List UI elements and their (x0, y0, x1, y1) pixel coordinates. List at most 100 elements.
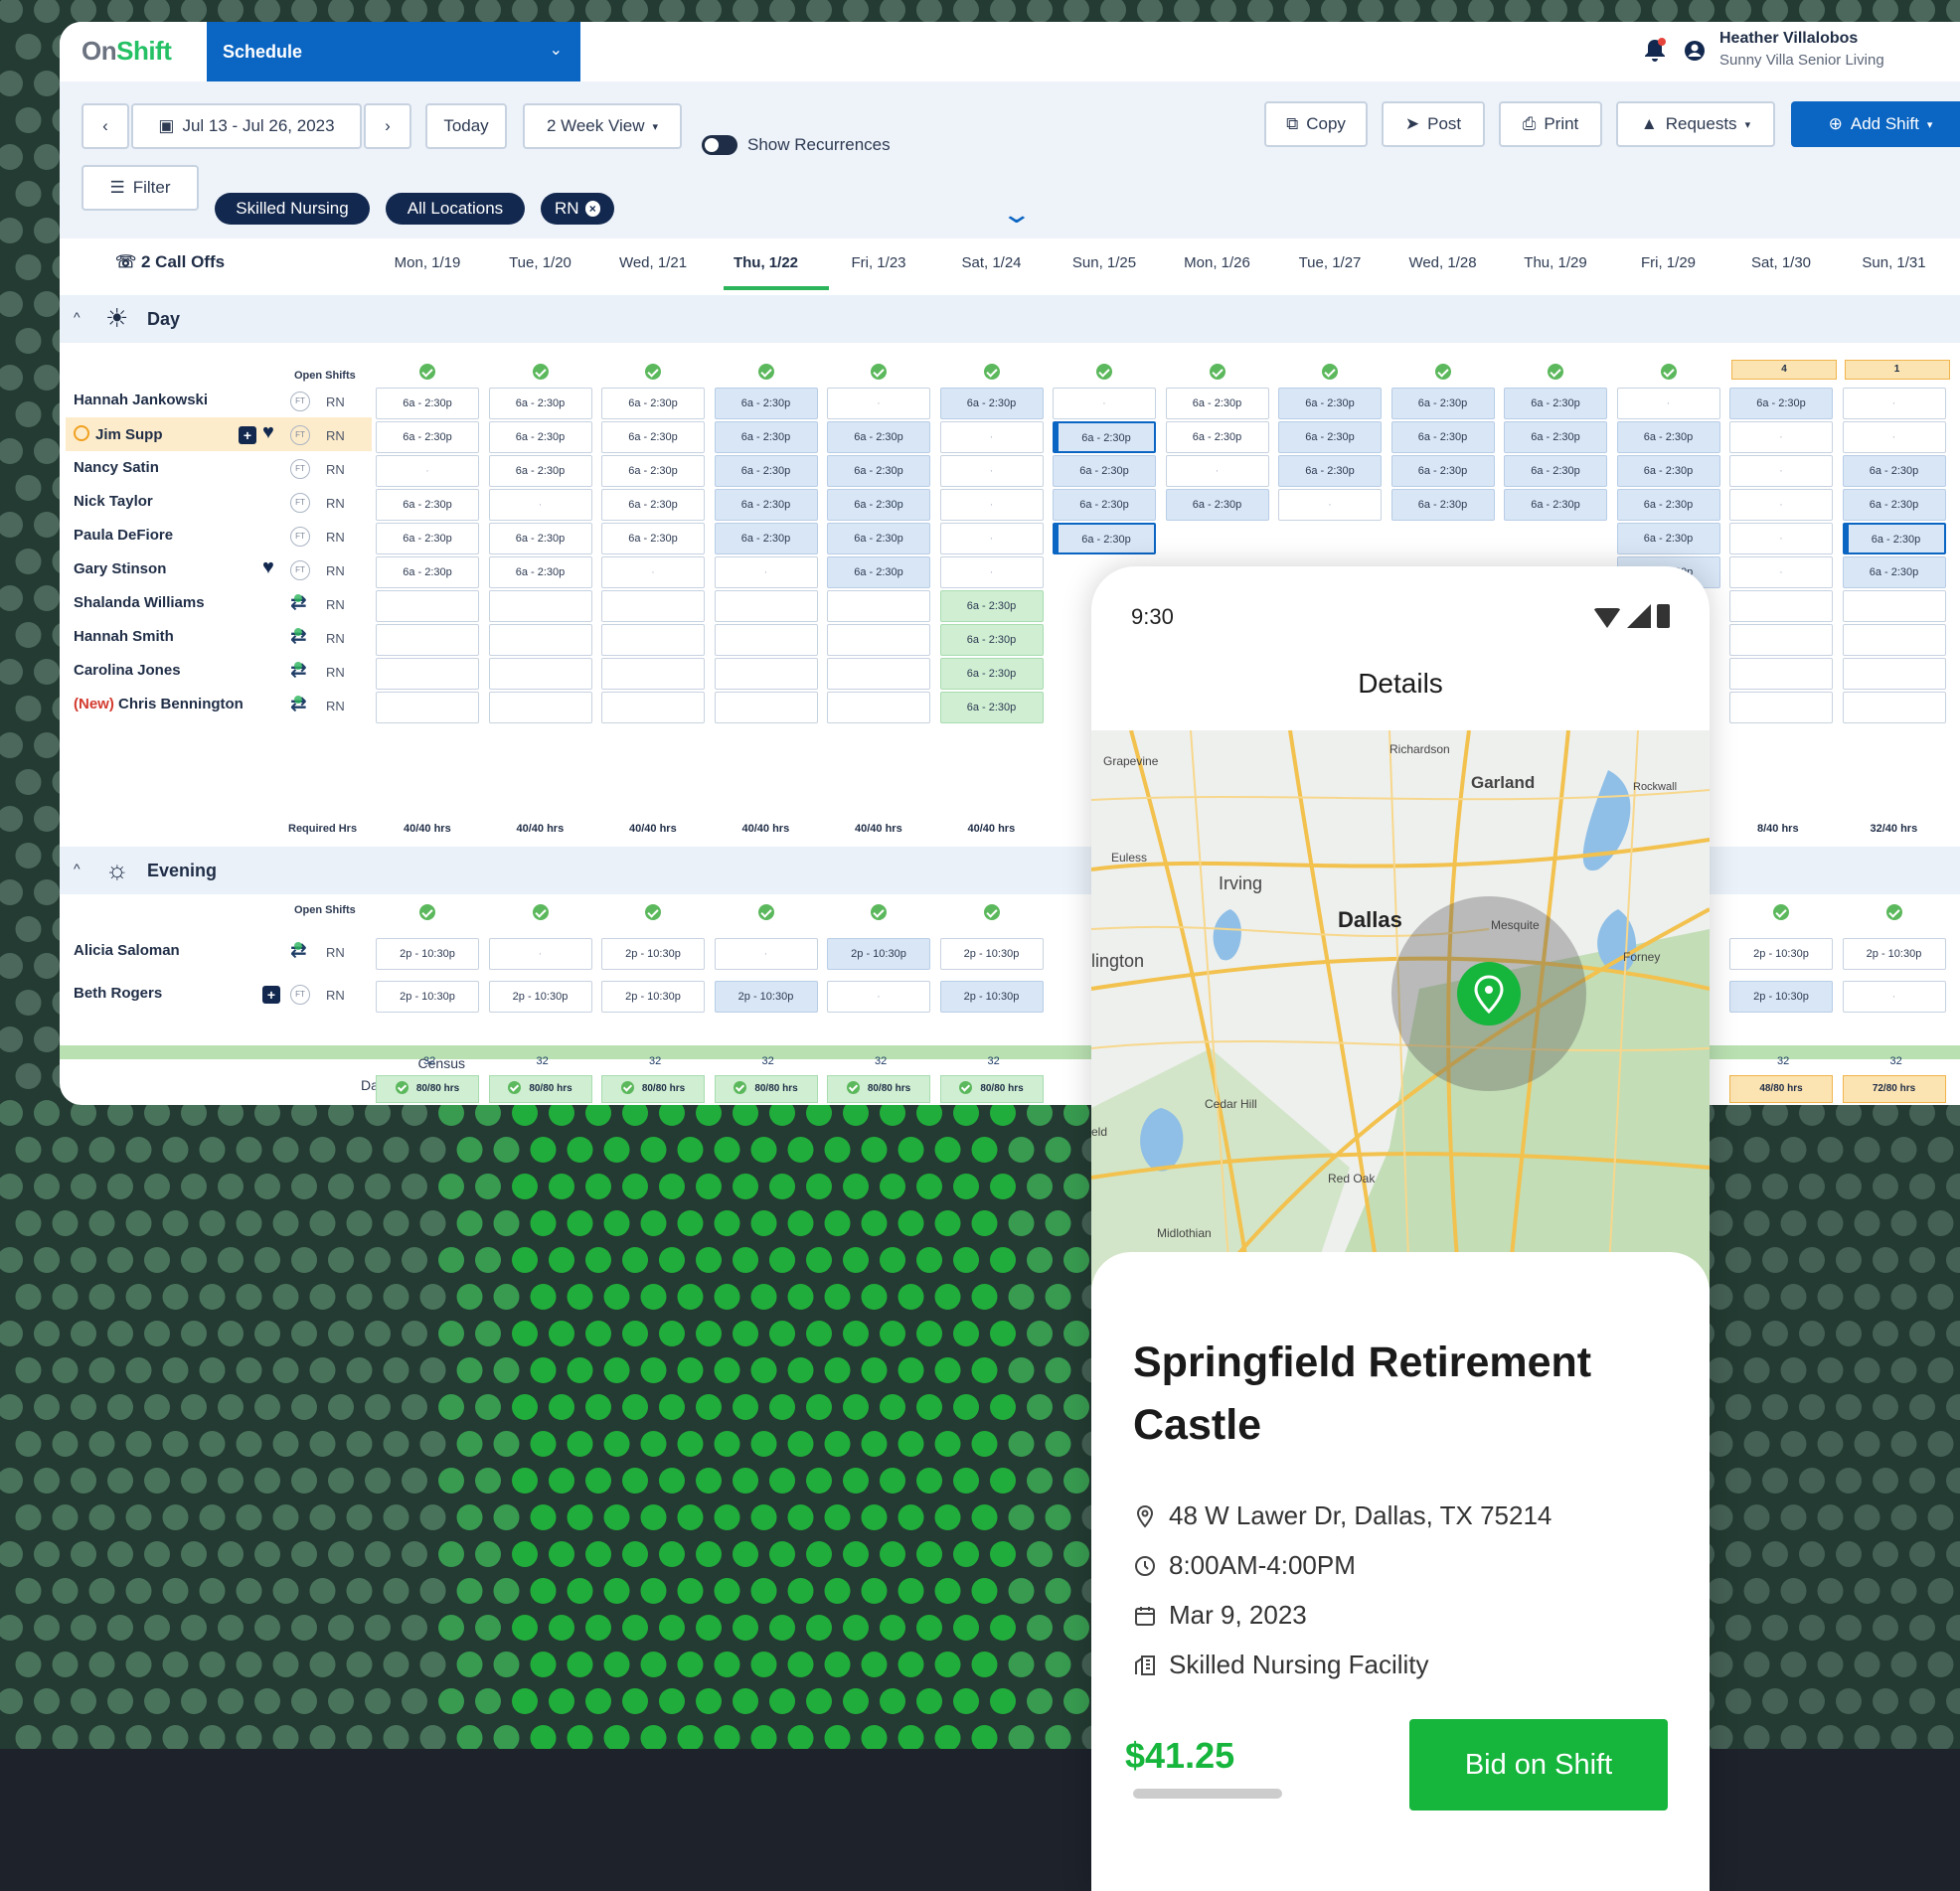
shift-cell[interactable]: 6a - 2:30p (1842, 523, 1946, 554)
shift-cell[interactable]: 6a - 2:30p (1842, 455, 1946, 487)
employee-name[interactable]: Alicia Saloman (74, 942, 180, 959)
shift-cell[interactable]: · (714, 938, 818, 970)
shift-cell[interactable]: 6a - 2:30p (1053, 523, 1156, 554)
shift-cell[interactable]: 6a - 2:30p (827, 523, 930, 554)
shift-cell[interactable]: · (488, 938, 592, 970)
shift-cell[interactable] (601, 692, 705, 723)
shift-cell[interactable] (714, 692, 818, 723)
shift-cell[interactable]: · (939, 523, 1044, 554)
user-avatar-icon[interactable] (1684, 40, 1706, 62)
shift-cell[interactable] (488, 692, 592, 723)
shift-cell[interactable]: 6a - 2:30p (1504, 388, 1607, 419)
chip-skilled-nursing[interactable]: Skilled Nursing (215, 193, 370, 225)
day-column-header[interactable]: Fri, 1/29 (1614, 254, 1723, 271)
shift-cell[interactable]: 6a - 2:30p (601, 388, 705, 419)
shift-cell[interactable]: · (376, 455, 479, 487)
shift-cell[interactable]: 6a - 2:30p (939, 388, 1044, 419)
requests-button[interactable]: ▲ Requests ▾ (1616, 101, 1775, 147)
day-column-header[interactable]: Mon, 1/26 (1163, 254, 1272, 271)
shift-cell[interactable] (1729, 590, 1833, 622)
shift-cell[interactable]: · (939, 556, 1044, 588)
shift-cell[interactable] (714, 590, 818, 622)
employee-name[interactable]: Beth Rogers (74, 985, 162, 1002)
employee-name[interactable]: Shalanda Williams (74, 594, 205, 611)
employee-name[interactable]: Carolina Jones (74, 662, 181, 679)
shift-cell[interactable]: 6a - 2:30p (714, 388, 818, 419)
copy-button[interactable]: ⧉ Copy (1264, 101, 1368, 147)
shift-cell[interactable]: 6a - 2:30p (1616, 421, 1720, 453)
prev-period-button[interactable]: ‹ (82, 103, 129, 149)
shift-cell[interactable]: 6a - 2:30p (1165, 388, 1269, 419)
day-column-header[interactable]: Wed, 1/21 (598, 254, 708, 271)
shift-cell[interactable]: · (1842, 388, 1946, 419)
shift-cell[interactable]: 6a - 2:30p (1053, 455, 1156, 487)
shift-cell[interactable] (1842, 590, 1946, 622)
shift-cell[interactable]: 6a - 2:30p (939, 692, 1044, 723)
shift-cell[interactable]: 6a - 2:30p (488, 523, 592, 554)
shift-cell[interactable]: 6a - 2:30p (488, 455, 592, 487)
shift-cell[interactable]: · (1053, 388, 1156, 419)
shift-cell[interactable]: 6a - 2:30p (939, 590, 1044, 622)
shift-cell[interactable]: 6a - 2:30p (376, 556, 479, 588)
shift-cell[interactable]: · (714, 556, 818, 588)
shift-cell[interactable]: 2p - 10:30p (376, 938, 479, 970)
shift-cell[interactable]: 6a - 2:30p (1278, 388, 1382, 419)
shift-cell[interactable]: 2p - 10:30p (827, 938, 930, 970)
shift-cell[interactable]: · (939, 421, 1044, 453)
shift-cell[interactable]: 6a - 2:30p (376, 421, 479, 453)
shift-cell[interactable]: 2p - 10:30p (714, 981, 818, 1013)
shift-cell[interactable]: 6a - 2:30p (488, 388, 592, 419)
shift-cell[interactable] (488, 590, 592, 622)
shift-cell[interactable]: 6a - 2:30p (939, 624, 1044, 656)
shift-cell[interactable] (1842, 658, 1946, 690)
shift-cell[interactable]: 6a - 2:30p (601, 523, 705, 554)
shift-cell[interactable]: · (1729, 455, 1833, 487)
shift-cell[interactable]: 6a - 2:30p (1390, 455, 1495, 487)
shift-cell[interactable] (488, 658, 592, 690)
shift-cell[interactable]: 6a - 2:30p (1165, 421, 1269, 453)
chip-rn[interactable]: RN × (541, 193, 614, 225)
collapse-caret-icon[interactable]: ^ (74, 861, 81, 876)
shift-cell[interactable]: 2p - 10:30p (601, 938, 705, 970)
shift-cell[interactable]: 2p - 10:30p (1729, 981, 1833, 1013)
shift-cell[interactable] (376, 692, 479, 723)
shift-cell[interactable] (488, 624, 592, 656)
employee-name[interactable]: Paula DeFiore (74, 527, 173, 544)
show-recurrences-toggle[interactable] (702, 135, 737, 155)
day-column-header[interactable]: Thu, 1/29 (1501, 254, 1610, 271)
shift-cell[interactable]: 6a - 2:30p (1165, 489, 1269, 521)
shift-cell[interactable]: · (939, 489, 1044, 521)
next-period-button[interactable]: › (364, 103, 411, 149)
shift-cell[interactable]: 6a - 2:30p (1504, 421, 1607, 453)
day-column-header[interactable]: Tue, 1/20 (486, 254, 595, 271)
shift-cell[interactable]: 6a - 2:30p (1278, 455, 1382, 487)
shift-cell[interactable]: 6a - 2:30p (1616, 523, 1720, 554)
shift-cell[interactable]: 6a - 2:30p (601, 489, 705, 521)
post-button[interactable]: ➤ Post (1382, 101, 1485, 147)
shift-cell[interactable]: 6a - 2:30p (376, 489, 479, 521)
shift-cell[interactable]: 6a - 2:30p (601, 455, 705, 487)
shift-cell[interactable]: 6a - 2:30p (1390, 489, 1495, 521)
collapse-caret-icon[interactable]: ^ (74, 309, 81, 325)
shift-cell[interactable]: 6a - 2:30p (1842, 556, 1946, 588)
filter-button[interactable]: ☰ Filter (82, 165, 199, 211)
open-shift-count-badge[interactable]: 1 (1844, 360, 1950, 380)
bid-on-shift-button[interactable]: Bid on Shift (1409, 1719, 1668, 1811)
employee-name[interactable]: Nancy Satin (74, 459, 159, 476)
shift-cell[interactable]: 2p - 10:30p (376, 981, 479, 1013)
shift-cell[interactable]: 2p - 10:30p (939, 981, 1044, 1013)
shift-cell[interactable]: · (1729, 556, 1833, 588)
shift-cell[interactable]: · (1729, 489, 1833, 521)
shift-cell[interactable]: 2p - 10:30p (488, 981, 592, 1013)
shift-cell[interactable] (827, 658, 930, 690)
day-column-header[interactable]: Sun, 1/31 (1840, 254, 1949, 271)
expand-chevron-icon[interactable]: ⌄ (1001, 199, 1034, 230)
call-offs-indicator[interactable]: ☏ 2 Call Offs (115, 252, 225, 272)
shift-cell[interactable]: 6a - 2:30p (1504, 489, 1607, 521)
shift-cell[interactable]: 6a - 2:30p (1053, 421, 1156, 453)
shift-cell[interactable]: · (1729, 523, 1833, 554)
day-column-header[interactable]: Tue, 1/27 (1275, 254, 1385, 271)
shift-cell[interactable]: 6a - 2:30p (827, 421, 930, 453)
shift-cell[interactable]: · (1729, 421, 1833, 453)
shift-cell[interactable]: 6a - 2:30p (376, 523, 479, 554)
